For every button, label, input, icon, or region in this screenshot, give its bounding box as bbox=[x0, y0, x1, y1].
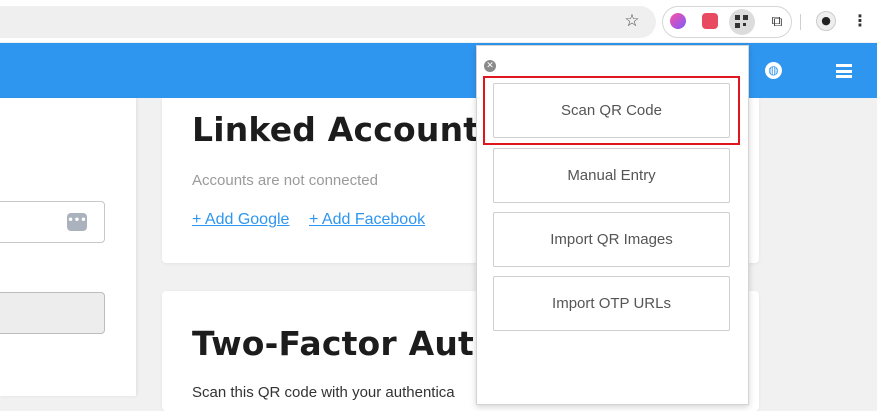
extension-icon[interactable] bbox=[670, 13, 686, 29]
toolbar-divider bbox=[800, 14, 801, 30]
two-factor-description: Scan this QR code with your authentica bbox=[192, 384, 455, 401]
disabled-input bbox=[0, 292, 105, 334]
left-panel bbox=[0, 98, 136, 396]
linked-accounts-title: Linked Accounts bbox=[192, 110, 500, 149]
puzzle-icon[interactable]: ⧉ bbox=[767, 11, 787, 31]
close-icon[interactable]: ✕ bbox=[484, 60, 496, 72]
dots-icon[interactable]: ••• bbox=[67, 213, 87, 231]
extension-icon[interactable] bbox=[702, 13, 718, 29]
accounts-status: Accounts are not connected bbox=[192, 172, 378, 189]
qr-extension-icon[interactable] bbox=[735, 15, 748, 28]
text-input[interactable] bbox=[0, 201, 105, 243]
kebab-menu-icon[interactable]: ⋮ bbox=[852, 10, 868, 32]
star-icon[interactable]: ☆ bbox=[622, 11, 642, 31]
two-factor-title: Two-Factor Auth bbox=[192, 324, 498, 363]
manual-entry-button[interactable]: Manual Entry bbox=[493, 148, 730, 203]
import-qr-images-button[interactable]: Import QR Images bbox=[493, 212, 730, 267]
address-bar[interactable] bbox=[0, 6, 656, 38]
hamburger-menu-icon[interactable] bbox=[836, 64, 852, 78]
add-facebook-link[interactable]: + Add Facebook bbox=[309, 211, 425, 229]
add-google-link[interactable]: + Add Google bbox=[192, 211, 289, 229]
profile-icon[interactable]: ● bbox=[816, 11, 836, 31]
globe-icon[interactable]: ◍ bbox=[765, 62, 782, 79]
import-otp-urls-button[interactable]: Import OTP URLs bbox=[493, 276, 730, 331]
scan-qr-code-button[interactable]: Scan QR Code bbox=[493, 83, 730, 138]
